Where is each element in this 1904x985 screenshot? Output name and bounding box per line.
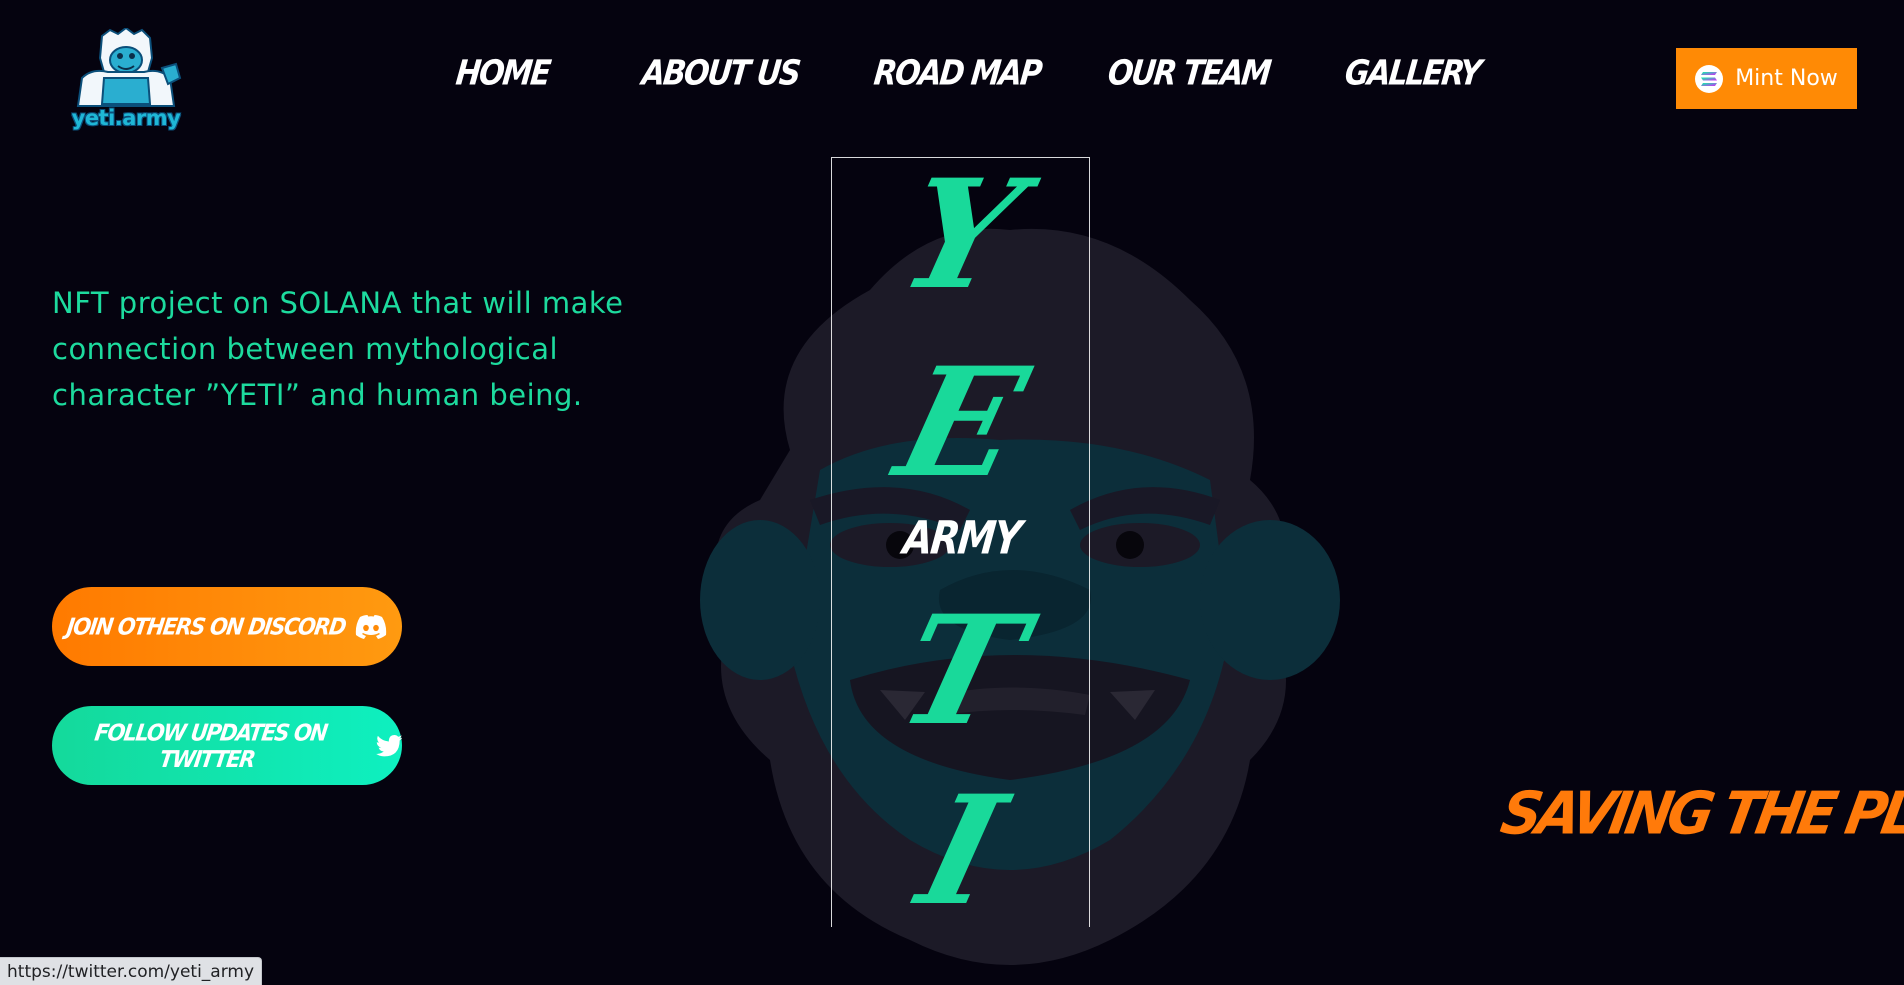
title-letter-i: I — [904, 763, 1019, 939]
solana-icon — [1695, 64, 1724, 93]
title-army: ARMY — [900, 511, 1023, 565]
nav-item-road-map[interactable]: ROAD MAP — [872, 53, 1042, 93]
title-letter-e: E — [882, 335, 1041, 511]
status-bar-url: https://twitter.com/yeti_army — [0, 957, 263, 985]
join-discord-button[interactable]: JOIN OTHERS ON DISCORD — [52, 587, 402, 666]
nav-item-about-us[interactable]: ABOUT US — [640, 53, 801, 93]
main-nav: HOME ABOUT US ROAD MAP OUR TEAM GALLERY — [0, 53, 1904, 106]
mint-now-button[interactable]: Mint Now — [1676, 48, 1857, 109]
title-letter-y: Y — [886, 147, 1037, 323]
hero-title-box: Y E ARMY T I — [831, 147, 1090, 939]
logo-text: yeti.army — [71, 106, 181, 130]
follow-twitter-button[interactable]: FOLLOW UPDATES ON TWITTER — [52, 706, 402, 785]
join-discord-label: JOIN OTHERS ON DISCORD — [65, 613, 347, 640]
page: yeti.army HOME ABOUT US ROAD MAP OUR TEA… — [0, 0, 1904, 985]
mint-now-label: Mint Now — [1735, 66, 1838, 91]
nav-item-our-team[interactable]: OUR TEAM — [1106, 53, 1272, 93]
hero-description: NFT project on SOLANA that will make con… — [52, 286, 624, 412]
tagline: SAVING THE PLANET — [1495, 780, 1904, 849]
nav-item-home[interactable]: HOME — [454, 53, 551, 93]
title-letter-t: T — [883, 583, 1040, 759]
discord-icon — [355, 614, 387, 639]
twitter-icon — [375, 734, 402, 756]
nav-item-gallery[interactable]: GALLERY — [1343, 53, 1482, 93]
follow-twitter-label: FOLLOW UPDATES ON TWITTER — [92, 719, 329, 772]
